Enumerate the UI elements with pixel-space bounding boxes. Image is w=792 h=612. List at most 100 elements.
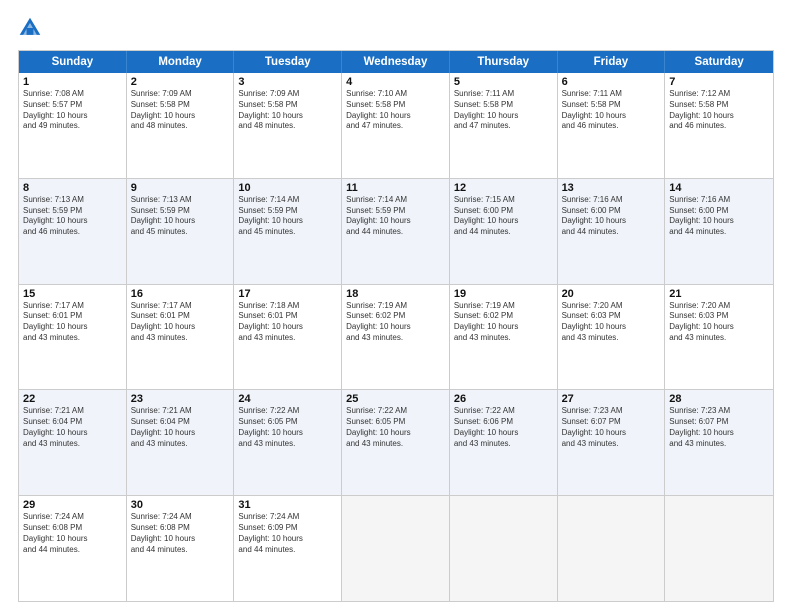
calendar-cell: 15Sunrise: 7:17 AM Sunset: 6:01 PM Dayli… [19, 285, 127, 390]
cell-text: Sunrise: 7:08 AM Sunset: 5:57 PM Dayligh… [23, 89, 122, 132]
calendar-header-cell: Wednesday [342, 51, 450, 73]
cell-text: Sunrise: 7:17 AM Sunset: 6:01 PM Dayligh… [23, 301, 122, 344]
day-number: 28 [669, 393, 769, 405]
calendar-row: 15Sunrise: 7:17 AM Sunset: 6:01 PM Dayli… [19, 284, 773, 390]
day-number: 23 [131, 393, 230, 405]
calendar-cell: 21Sunrise: 7:20 AM Sunset: 6:03 PM Dayli… [665, 285, 773, 390]
calendar-cell: 31Sunrise: 7:24 AM Sunset: 6:09 PM Dayli… [234, 496, 342, 601]
calendar-cell: 2Sunrise: 7:09 AM Sunset: 5:58 PM Daylig… [127, 73, 235, 178]
cell-text: Sunrise: 7:22 AM Sunset: 6:05 PM Dayligh… [238, 406, 337, 449]
day-number: 24 [238, 393, 337, 405]
calendar-cell: 29Sunrise: 7:24 AM Sunset: 6:08 PM Dayli… [19, 496, 127, 601]
day-number: 19 [454, 288, 553, 300]
cell-text: Sunrise: 7:16 AM Sunset: 6:00 PM Dayligh… [562, 195, 661, 238]
day-number: 3 [238, 76, 337, 88]
cell-text: Sunrise: 7:20 AM Sunset: 6:03 PM Dayligh… [669, 301, 769, 344]
day-number: 7 [669, 76, 769, 88]
calendar-cell [342, 496, 450, 601]
day-number: 1 [23, 76, 122, 88]
calendar-cell: 19Sunrise: 7:19 AM Sunset: 6:02 PM Dayli… [450, 285, 558, 390]
cell-text: Sunrise: 7:22 AM Sunset: 6:06 PM Dayligh… [454, 406, 553, 449]
cell-text: Sunrise: 7:12 AM Sunset: 5:58 PM Dayligh… [669, 89, 769, 132]
calendar-cell: 22Sunrise: 7:21 AM Sunset: 6:04 PM Dayli… [19, 390, 127, 495]
logo [18, 16, 44, 40]
calendar-header-cell: Tuesday [234, 51, 342, 73]
page: SundayMondayTuesdayWednesdayThursdayFrid… [0, 0, 792, 612]
cell-text: Sunrise: 7:19 AM Sunset: 6:02 PM Dayligh… [346, 301, 445, 344]
calendar-cell: 17Sunrise: 7:18 AM Sunset: 6:01 PM Dayli… [234, 285, 342, 390]
calendar-header-cell: Thursday [450, 51, 558, 73]
calendar-cell: 23Sunrise: 7:21 AM Sunset: 6:04 PM Dayli… [127, 390, 235, 495]
calendar-cell: 20Sunrise: 7:20 AM Sunset: 6:03 PM Dayli… [558, 285, 666, 390]
calendar-cell: 18Sunrise: 7:19 AM Sunset: 6:02 PM Dayli… [342, 285, 450, 390]
cell-text: Sunrise: 7:20 AM Sunset: 6:03 PM Dayligh… [562, 301, 661, 344]
calendar-cell: 30Sunrise: 7:24 AM Sunset: 6:08 PM Dayli… [127, 496, 235, 601]
calendar-cell: 1Sunrise: 7:08 AM Sunset: 5:57 PM Daylig… [19, 73, 127, 178]
cell-text: Sunrise: 7:24 AM Sunset: 6:08 PM Dayligh… [131, 512, 230, 555]
calendar-header-row: SundayMondayTuesdayWednesdayThursdayFrid… [19, 51, 773, 73]
calendar-cell: 6Sunrise: 7:11 AM Sunset: 5:58 PM Daylig… [558, 73, 666, 178]
calendar-cell: 25Sunrise: 7:22 AM Sunset: 6:05 PM Dayli… [342, 390, 450, 495]
cell-text: Sunrise: 7:19 AM Sunset: 6:02 PM Dayligh… [454, 301, 553, 344]
calendar-cell: 5Sunrise: 7:11 AM Sunset: 5:58 PM Daylig… [450, 73, 558, 178]
calendar-row: 8Sunrise: 7:13 AM Sunset: 5:59 PM Daylig… [19, 178, 773, 284]
day-number: 13 [562, 182, 661, 194]
cell-text: Sunrise: 7:21 AM Sunset: 6:04 PM Dayligh… [131, 406, 230, 449]
day-number: 14 [669, 182, 769, 194]
calendar-cell: 9Sunrise: 7:13 AM Sunset: 5:59 PM Daylig… [127, 179, 235, 284]
calendar-cell [558, 496, 666, 601]
day-number: 20 [562, 288, 661, 300]
day-number: 11 [346, 182, 445, 194]
calendar-cell: 8Sunrise: 7:13 AM Sunset: 5:59 PM Daylig… [19, 179, 127, 284]
calendar-cell: 11Sunrise: 7:14 AM Sunset: 5:59 PM Dayli… [342, 179, 450, 284]
cell-text: Sunrise: 7:24 AM Sunset: 6:08 PM Dayligh… [23, 512, 122, 555]
day-number: 18 [346, 288, 445, 300]
cell-text: Sunrise: 7:23 AM Sunset: 6:07 PM Dayligh… [562, 406, 661, 449]
day-number: 25 [346, 393, 445, 405]
day-number: 26 [454, 393, 553, 405]
calendar-header-cell: Monday [127, 51, 235, 73]
calendar-cell [665, 496, 773, 601]
calendar-row: 22Sunrise: 7:21 AM Sunset: 6:04 PM Dayli… [19, 389, 773, 495]
calendar-cell: 4Sunrise: 7:10 AM Sunset: 5:58 PM Daylig… [342, 73, 450, 178]
cell-text: Sunrise: 7:09 AM Sunset: 5:58 PM Dayligh… [131, 89, 230, 132]
calendar-cell: 28Sunrise: 7:23 AM Sunset: 6:07 PM Dayli… [665, 390, 773, 495]
day-number: 21 [669, 288, 769, 300]
cell-text: Sunrise: 7:15 AM Sunset: 6:00 PM Dayligh… [454, 195, 553, 238]
day-number: 8 [23, 182, 122, 194]
day-number: 12 [454, 182, 553, 194]
header [18, 16, 774, 40]
calendar-body: 1Sunrise: 7:08 AM Sunset: 5:57 PM Daylig… [19, 73, 773, 601]
calendar-cell: 7Sunrise: 7:12 AM Sunset: 5:58 PM Daylig… [665, 73, 773, 178]
day-number: 4 [346, 76, 445, 88]
calendar-cell [450, 496, 558, 601]
calendar-cell: 10Sunrise: 7:14 AM Sunset: 5:59 PM Dayli… [234, 179, 342, 284]
cell-text: Sunrise: 7:09 AM Sunset: 5:58 PM Dayligh… [238, 89, 337, 132]
calendar-cell: 16Sunrise: 7:17 AM Sunset: 6:01 PM Dayli… [127, 285, 235, 390]
day-number: 5 [454, 76, 553, 88]
cell-text: Sunrise: 7:11 AM Sunset: 5:58 PM Dayligh… [562, 89, 661, 132]
calendar-header-cell: Saturday [665, 51, 773, 73]
day-number: 22 [23, 393, 122, 405]
calendar-header-cell: Friday [558, 51, 666, 73]
calendar-cell: 24Sunrise: 7:22 AM Sunset: 6:05 PM Dayli… [234, 390, 342, 495]
calendar-cell: 26Sunrise: 7:22 AM Sunset: 6:06 PM Dayli… [450, 390, 558, 495]
cell-text: Sunrise: 7:13 AM Sunset: 5:59 PM Dayligh… [23, 195, 122, 238]
day-number: 2 [131, 76, 230, 88]
day-number: 30 [131, 499, 230, 511]
cell-text: Sunrise: 7:10 AM Sunset: 5:58 PM Dayligh… [346, 89, 445, 132]
day-number: 9 [131, 182, 230, 194]
cell-text: Sunrise: 7:21 AM Sunset: 6:04 PM Dayligh… [23, 406, 122, 449]
logo-icon [18, 16, 42, 40]
cell-text: Sunrise: 7:23 AM Sunset: 6:07 PM Dayligh… [669, 406, 769, 449]
cell-text: Sunrise: 7:14 AM Sunset: 5:59 PM Dayligh… [346, 195, 445, 238]
calendar-cell: 27Sunrise: 7:23 AM Sunset: 6:07 PM Dayli… [558, 390, 666, 495]
day-number: 10 [238, 182, 337, 194]
day-number: 27 [562, 393, 661, 405]
cell-text: Sunrise: 7:24 AM Sunset: 6:09 PM Dayligh… [238, 512, 337, 555]
cell-text: Sunrise: 7:14 AM Sunset: 5:59 PM Dayligh… [238, 195, 337, 238]
cell-text: Sunrise: 7:22 AM Sunset: 6:05 PM Dayligh… [346, 406, 445, 449]
calendar-row: 1Sunrise: 7:08 AM Sunset: 5:57 PM Daylig… [19, 73, 773, 178]
day-number: 29 [23, 499, 122, 511]
cell-text: Sunrise: 7:18 AM Sunset: 6:01 PM Dayligh… [238, 301, 337, 344]
